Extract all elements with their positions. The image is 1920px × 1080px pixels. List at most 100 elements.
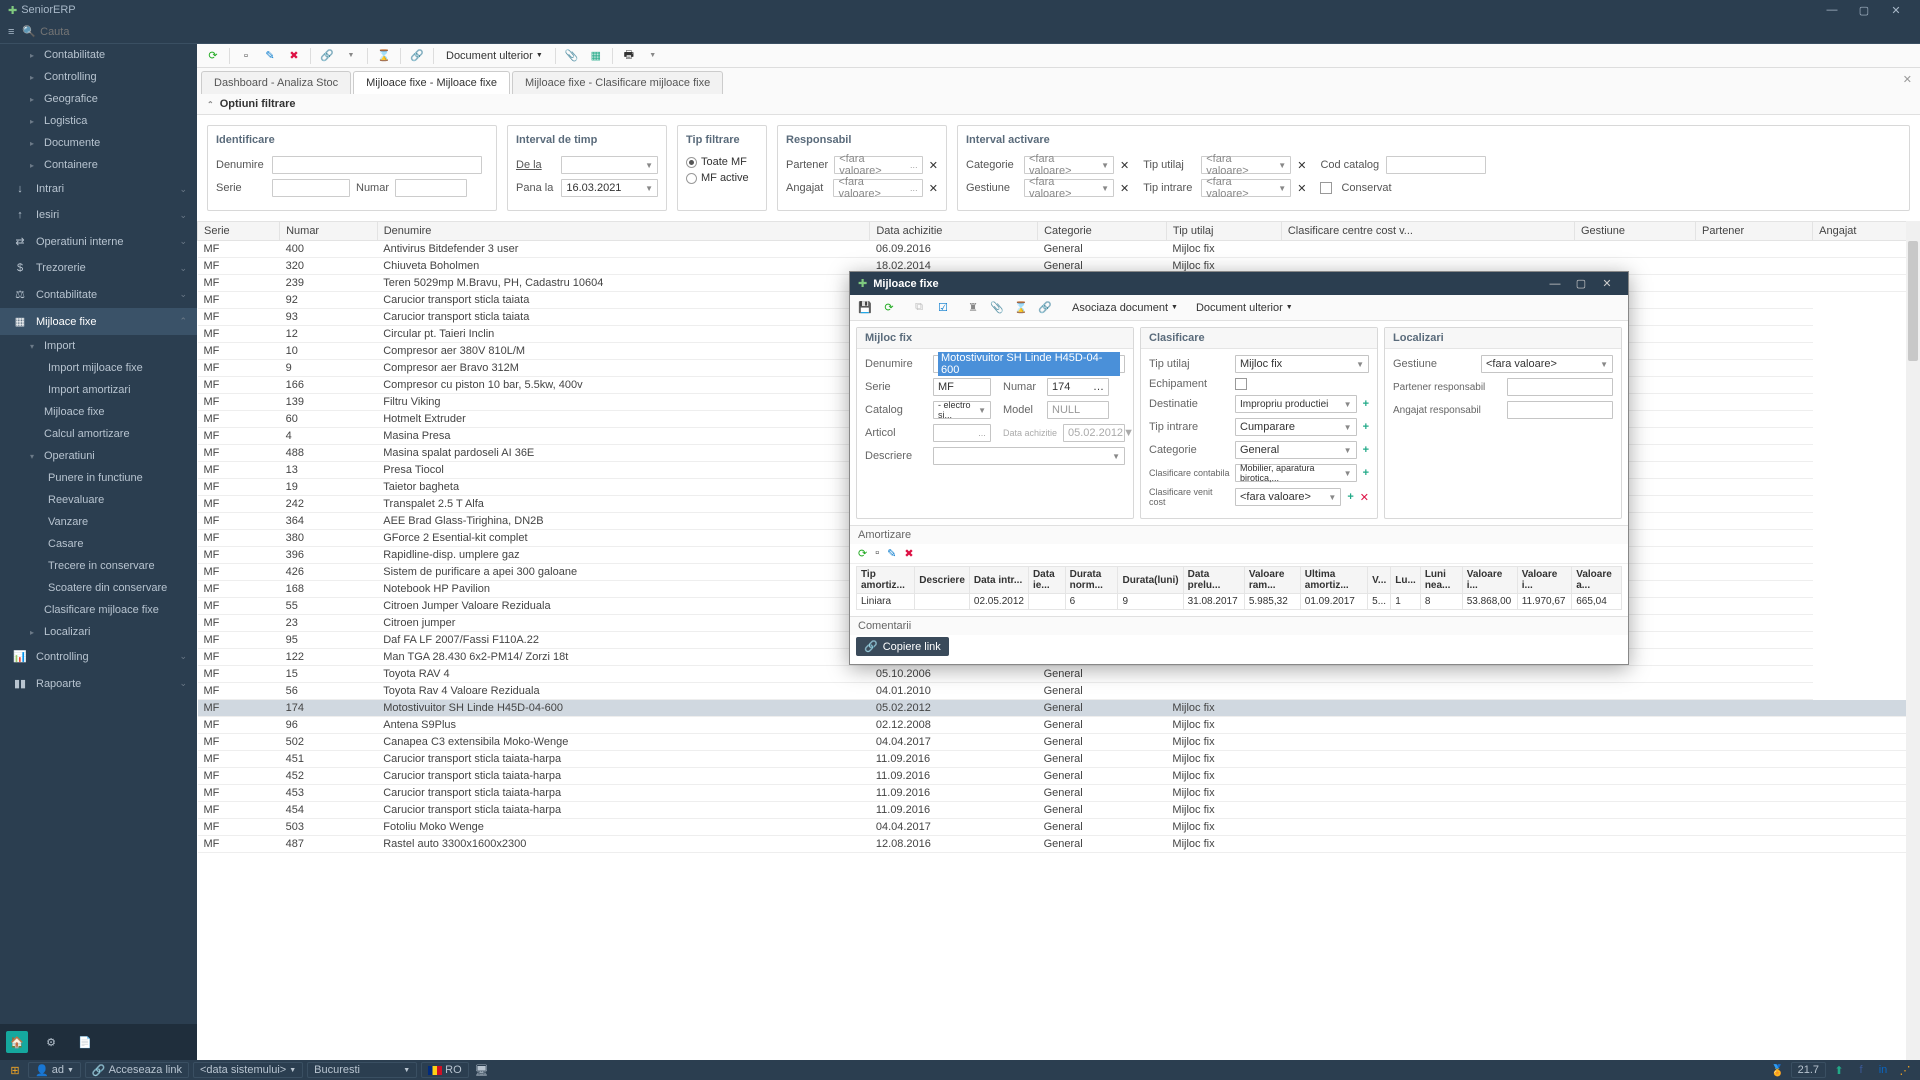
modal-gest-combo[interactable]: <fara valoare>▼ — [1481, 355, 1613, 373]
filter-header[interactable]: ⌃ Optiuni filtrare — [197, 94, 1920, 115]
check-icon[interactable]: ☑ — [934, 299, 952, 317]
sidebar-item[interactable]: ⚖Contabilitate⌄ — [0, 281, 197, 308]
modal-tipintr-combo[interactable]: Cumparare▼ — [1235, 418, 1357, 436]
export-icon[interactable]: ▦ — [586, 46, 606, 66]
status-share-icon[interactable]: ⬆ — [1830, 1064, 1848, 1077]
status-date[interactable]: <data sistemului>▼ — [193, 1062, 303, 1078]
edit-icon[interactable]: ✎ — [260, 46, 280, 66]
modal-model-input[interactable]: NULL — [1047, 401, 1109, 419]
report-icon[interactable]: 📄 — [74, 1031, 96, 1053]
grid-header[interactable]: Gestiune — [1574, 222, 1695, 241]
tab-dashboard[interactable]: Dashboard - Analiza Stoc — [201, 71, 351, 94]
grid-header[interactable]: Denumire — [377, 222, 870, 241]
am-edit-icon[interactable]: ✎ — [887, 547, 896, 560]
minimize-button[interactable]: — — [1816, 4, 1848, 16]
sidebar-item[interactable]: Scoatere din conservare — [0, 577, 197, 599]
tipintrare-combo[interactable]: <fara valoare>▼ — [1201, 179, 1291, 197]
am-new-icon[interactable]: ▫ — [875, 547, 879, 560]
settings-icon[interactable]: ⚙ — [40, 1031, 62, 1053]
search-input[interactable] — [40, 26, 180, 38]
sidebar-item[interactable]: Punere in functiune — [0, 467, 197, 489]
asociaza-dropdown[interactable]: Asociaza document▼ — [1066, 302, 1184, 314]
grid-header[interactable]: Partener — [1696, 222, 1813, 241]
status-fb-icon[interactable]: f — [1852, 1064, 1870, 1076]
sidebar-item-controlling2[interactable]: 📊Controlling⌄ — [0, 643, 197, 670]
status-location[interactable]: Bucuresti▼ — [307, 1062, 417, 1078]
clvenit-clear-icon[interactable]: ✕ — [1360, 491, 1369, 504]
cat-clear-icon[interactable]: ✕ — [1120, 159, 1129, 172]
status-apps-icon[interactable]: ⊞ — [6, 1064, 24, 1077]
modal-dest-combo[interactable]: Impropriu productiei▼ — [1235, 395, 1357, 413]
categorie-combo[interactable]: <fara valoare>▼ — [1024, 156, 1114, 174]
table-row[interactable]: MF451Carucior transport sticla taiata-ha… — [198, 751, 1920, 768]
table-row[interactable]: MF15Toyota RAV 405.10.2006General — [198, 666, 1920, 683]
tipintr-add-icon[interactable]: + — [1363, 421, 1369, 433]
table-row[interactable]: MF96Antena S9Plus02.12.2008GeneralMijloc… — [198, 717, 1920, 734]
status-monitor-icon[interactable]: 🖥 — [473, 1064, 491, 1077]
sidebar-item[interactable]: ▸Containere — [0, 154, 197, 176]
table-row[interactable]: MF452Carucior transport sticla taiata-ha… — [198, 768, 1920, 785]
tiputilaj-combo[interactable]: <fara valoare>▼ — [1201, 156, 1291, 174]
copiere-link-button[interactable]: 🔗Copiere link — [856, 637, 949, 656]
print-icon[interactable]: 🖶 — [619, 46, 639, 66]
modal-descriere-input[interactable]: ▼ — [933, 447, 1125, 465]
tab-close-icon[interactable]: ✕ — [1903, 73, 1912, 86]
status-acces-link[interactable]: 🔗Acceseaza link — [85, 1062, 189, 1078]
table-row[interactable]: MF502Canapea C3 extensibila Moko-Wenge04… — [198, 734, 1920, 751]
sidebar-item-import-amort[interactable]: Import amortizari — [0, 379, 197, 401]
dela-combo[interactable]: ▼ — [561, 156, 658, 174]
sidebar-item-localizari[interactable]: ▸Localizari — [0, 621, 197, 643]
close-button[interactable]: ✕ — [1880, 4, 1912, 17]
grid-header[interactable]: Angajat — [1813, 222, 1920, 241]
modal-clvenit-combo[interactable]: <fara valoare>▼ — [1235, 488, 1341, 506]
table-row[interactable]: MF503Fotoliu Moko Wenge04.04.2017General… — [198, 819, 1920, 836]
tab-mijloace-fixe[interactable]: Mijloace fixe - Mijloace fixe — [353, 71, 510, 94]
delete-icon[interactable]: ✖ — [284, 46, 304, 66]
sidebar-item-import-mf[interactable]: Import mijloace fixe — [0, 357, 197, 379]
table-row[interactable]: MF400Antivirus Bitdefender 3 user06.09.2… — [198, 241, 1920, 258]
dialog-close-button[interactable]: ✕ — [1594, 277, 1620, 290]
filter2-icon[interactable]: ⌛ — [1012, 299, 1030, 317]
am-delete-icon[interactable]: ✖ — [904, 547, 913, 560]
am-add-icon[interactable]: ⟳ — [858, 547, 867, 560]
ti-clear-icon[interactable]: ✕ — [1297, 182, 1306, 195]
sidebar-item-rapoarte[interactable]: ▮▮Rapoarte⌄ — [0, 670, 197, 697]
modal-denumire-input[interactable]: Motostivuitor SH Linde H45D-04-600 — [933, 355, 1125, 373]
sidebar-item[interactable]: ▸Documente — [0, 132, 197, 154]
grid-header[interactable]: Serie — [198, 222, 280, 241]
sidebar-collapse-button[interactable]: ≡ — [8, 26, 14, 38]
radio-active[interactable]: MF active — [686, 172, 758, 184]
refresh-icon[interactable]: ⟳ — [203, 46, 223, 66]
modal-clcont-combo[interactable]: Mobilier, aparatura birotica,...▼ — [1235, 464, 1357, 482]
sidebar-item[interactable]: ↓Intrari⌄ — [0, 176, 197, 202]
modal-tiputilaj-combo[interactable]: Mijloc fix▼ — [1235, 355, 1369, 373]
dialog-minimize-button[interactable]: — — [1542, 278, 1568, 290]
status-lang[interactable]: RO — [421, 1062, 469, 1078]
conservat-checkbox[interactable] — [1320, 182, 1332, 194]
sidebar-item[interactable]: $Trezorerie⌄ — [0, 255, 197, 281]
table-row[interactable]: MF453Carucior transport sticla taiata-ha… — [198, 785, 1920, 802]
copy-icon[interactable]: ⧉ — [910, 299, 928, 317]
table-row[interactable]: MF174Motostivuitor SH Linde H45D-04-6000… — [198, 700, 1920, 717]
table-row[interactable]: MF56Toyota Rav 4 Valoare Reziduala04.01.… — [198, 683, 1920, 700]
sidebar-item[interactable]: ▸Controlling — [0, 66, 197, 88]
serie-input[interactable] — [272, 179, 350, 197]
sidebar-item-operatiuni[interactable]: ▾Operatiuni — [0, 445, 197, 467]
sidebar-item[interactable]: ▸Geografice — [0, 88, 197, 110]
sidebar-item-mijloace-fixe[interactable]: Mijloace fixe — [0, 401, 197, 423]
table-row[interactable]: MF454Carucior transport sticla taiata-ha… — [198, 802, 1920, 819]
table-row[interactable]: MF487Rastel auto 3300x1600x230012.08.201… — [198, 836, 1920, 853]
sidebar-item[interactable]: ▸Contabilitate — [0, 44, 197, 66]
codcatalog-input[interactable] — [1386, 156, 1486, 174]
attach2-icon[interactable]: 📎 — [988, 299, 1006, 317]
gestiune-combo[interactable]: <fara valoare>▼ — [1024, 179, 1114, 197]
partener-combo[interactable]: <fara valoare>… — [834, 156, 923, 174]
grid-header[interactable]: Clasificare centre cost v... — [1281, 222, 1574, 241]
sidebar-item-import[interactable]: ▾Import — [0, 335, 197, 357]
dropdown2-caret-icon[interactable]: ▼ — [643, 46, 663, 66]
dest-add-icon[interactable]: + — [1363, 398, 1369, 410]
link3-icon[interactable]: 🔗 — [1036, 299, 1054, 317]
grid-header[interactable]: Numar — [280, 222, 378, 241]
grid-header[interactable]: Data achizitie — [870, 222, 1038, 241]
sidebar-item[interactable]: ▸Logistica — [0, 110, 197, 132]
